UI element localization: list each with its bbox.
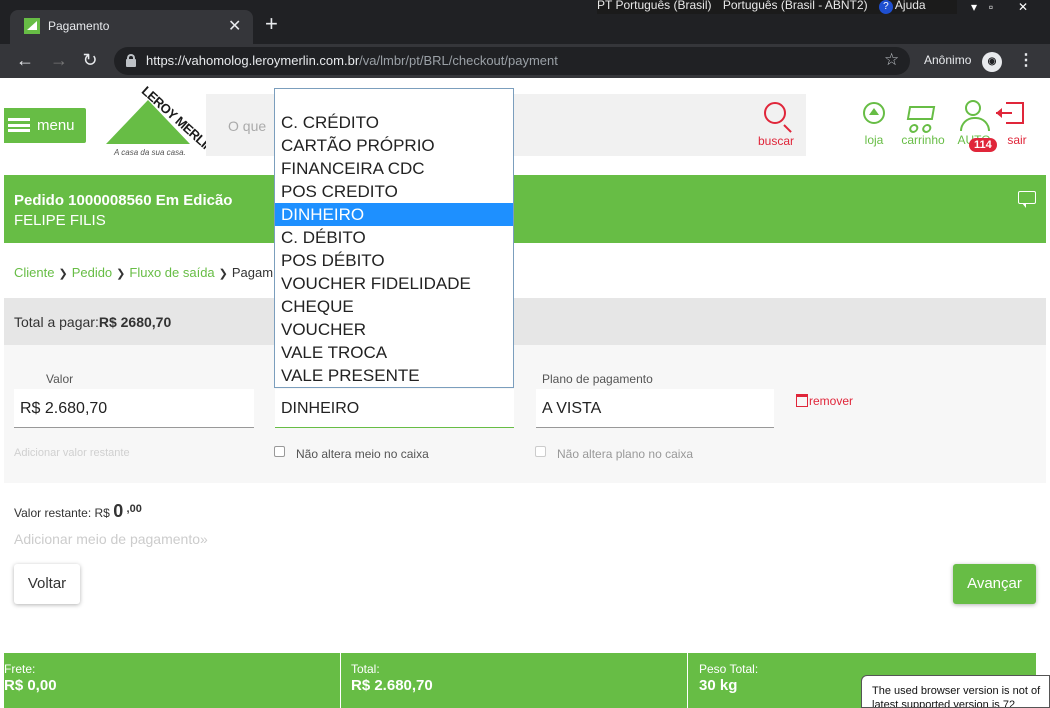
plan-label: Plano de pagamento — [542, 372, 653, 386]
total-label: Total a pagar:R$ 2680,70 — [14, 314, 172, 330]
no-change-method-label: Não altera meio no caixa — [296, 447, 429, 461]
dropdown-option[interactable]: CHEQUE — [275, 295, 513, 318]
chevron-right-icon: ❯ — [218, 268, 228, 280]
freight-cell: Frete: R$ 0,00 — [4, 653, 341, 708]
chevron-right-icon: ❯ — [116, 268, 126, 280]
dropdown-caret-icon[interactable]: ▾ — [966, 0, 982, 16]
help-icon[interactable]: ? — [878, 0, 893, 14]
browser-menu-icon[interactable]: ⋮ — [1018, 50, 1034, 70]
dropdown-option[interactable]: DINHEIRO — [275, 203, 513, 226]
breadcrumb-pedido[interactable]: Pedido — [72, 265, 112, 280]
trash-icon — [796, 394, 808, 407]
profile-label[interactable]: Anônimo — [924, 53, 971, 67]
lang-right[interactable]: Português (Brasil - ABNT2) — [723, 0, 868, 12]
total-cell: Total: R$ 2.680,70 — [351, 653, 688, 708]
dropdown-option[interactable]: VALE TROCA — [275, 341, 513, 364]
double-chevron-icon: » — [200, 531, 208, 547]
dropdown-option[interactable]: POS DÉBITO — [275, 249, 513, 272]
dropdown-option[interactable]: VOUCHER FIDELIDADE — [275, 272, 513, 295]
bookmark-star-icon[interactable]: ☆ — [884, 50, 899, 70]
client-name: FELIPE FILIS — [14, 212, 106, 229]
add-remaining-link[interactable]: Adicionar valor restante — [14, 447, 130, 459]
exit-button[interactable]: sair — [992, 100, 1042, 150]
leroy-merlin-logo[interactable]: LEROY MERLIN A casa da sua casa. — [100, 83, 217, 162]
favicon-icon — [24, 18, 40, 34]
address-bar[interactable]: https://vahomolog.leroymerlin.com.br/va/… — [114, 47, 910, 75]
payment-method-select[interactable]: DINHEIRO — [275, 389, 514, 428]
browser-version-notice[interactable]: The used browser version is not of lates… — [861, 675, 1050, 708]
value-field[interactable]: R$ 2.680,70 — [14, 389, 254, 428]
payment-row: Valor R$ 2.680,70 DINHEIRO Plano de paga… — [4, 345, 1046, 483]
dropdown-option[interactable]: POS CREDITO — [275, 180, 513, 203]
no-change-method-checkbox[interactable] — [274, 446, 285, 457]
location-icon — [863, 102, 885, 124]
order-header: Pedido 1000008560 Em Edicão FELIPE FILIS — [4, 175, 1046, 243]
chevron-right-icon: ❯ — [58, 268, 68, 280]
search-icon — [764, 102, 786, 124]
window-titlebar: PT Português (Brasil) Português (Brasil … — [0, 0, 1050, 44]
breadcrumb-fluxo[interactable]: Fluxo de saída — [129, 265, 214, 280]
exit-icon — [996, 102, 1024, 124]
remove-button[interactable]: remover — [796, 394, 853, 408]
close-tab-icon[interactable]: ✕ — [228, 16, 241, 36]
close-window-icon[interactable]: ✕ — [1014, 0, 1032, 16]
order-title: Pedido 1000008560 Em Edicão — [14, 192, 233, 209]
store-button[interactable]: loja — [849, 100, 899, 150]
restore-window-icon[interactable]: ▫ — [983, 0, 999, 16]
hamburger-icon — [8, 118, 30, 132]
language-bar[interactable]: PT Português (Brasil) Português (Brasil … — [597, 0, 957, 14]
dropdown-option[interactable]: C. DÉBITO — [275, 226, 513, 249]
breadcrumb-cliente[interactable]: Cliente — [14, 265, 54, 280]
next-button[interactable]: Avançar — [953, 564, 1036, 604]
add-payment-link[interactable]: Adicionar meio de pagamento» — [14, 531, 208, 547]
remaining-value: Valor restante: R$ 0 ,00 — [14, 501, 142, 521]
help-label[interactable]: Ajuda — [895, 0, 926, 12]
user-icon — [960, 100, 990, 131]
cart-icon — [906, 106, 936, 120]
new-tab-icon[interactable]: + — [265, 12, 278, 36]
browser-tab[interactable]: Pagamento ✕ — [10, 10, 253, 44]
search-button[interactable]: buscar — [754, 102, 804, 150]
cart-button[interactable]: carrinho — [898, 100, 948, 150]
payment-plan-select[interactable]: A VISTA — [536, 389, 774, 428]
page-content: menu LEROY MERLIN A casa da sua casa. O … — [4, 78, 1046, 708]
chat-icon[interactable] — [1018, 191, 1036, 208]
incognito-icon[interactable]: ◉ — [982, 52, 1002, 72]
back-arrow-icon[interactable]: ← — [14, 49, 36, 71]
tab-title: Pagamento — [48, 19, 110, 33]
browser-toolbar: ← → ↻ https://vahomolog.leroymerlin.com.… — [0, 44, 1050, 78]
value-label: Valor — [46, 372, 74, 386]
dropdown-option[interactable]: VALE PRESENTE — [275, 364, 513, 387]
dropdown-option[interactable]: VOUCHER — [275, 318, 513, 341]
search-input[interactable]: O que — [228, 118, 266, 134]
no-change-plan-checkbox[interactable] — [535, 446, 546, 457]
no-change-plan-label: Não altera plano no caixa — [557, 447, 694, 461]
lang-left[interactable]: PT Português (Brasil) — [597, 0, 712, 12]
payment-method-dropdown[interactable]: C. CRÉDITO CARTÃO PRÓPRIO FINANCEIRA CDC PO… — [274, 88, 514, 388]
total-bar: Total a pagar:R$ 2680,70 — [4, 298, 1046, 345]
forward-arrow-icon[interactable]: → — [48, 49, 70, 71]
reload-icon[interactable]: ↻ — [79, 49, 101, 71]
lock-icon[interactable] — [126, 54, 136, 67]
menu-button[interactable]: menu — [4, 108, 86, 143]
back-button[interactable]: Voltar — [14, 564, 80, 604]
total-value: R$ 2680,70 — [98, 314, 172, 330]
dropdown-option[interactable]: FINANCEIRA CDC — [275, 157, 513, 180]
url-text[interactable]: https://vahomolog.leroymerlin.com.br/va/… — [146, 53, 558, 68]
breadcrumb-current: Pagam — [231, 265, 274, 280]
dropdown-option[interactable]: C. CRÉDITO — [275, 111, 513, 134]
dropdown-option[interactable]: CARTÃO PRÓPRIO — [275, 134, 513, 157]
breadcrumb: Cliente ❯ Pedido ❯ Fluxo de saída ❯ Pagam — [14, 265, 273, 280]
